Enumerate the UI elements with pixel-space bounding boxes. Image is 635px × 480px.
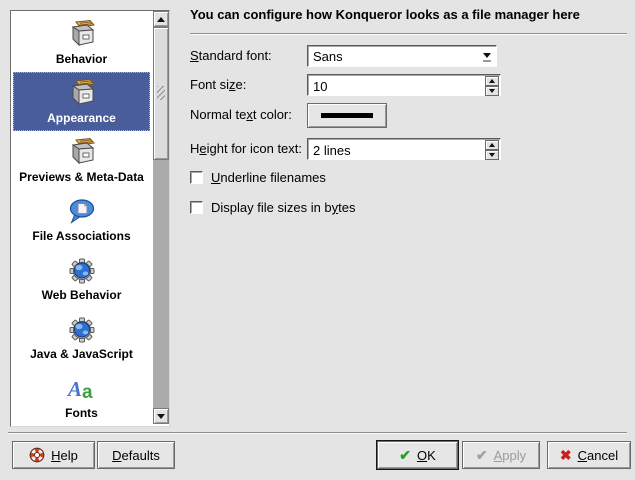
sidebar-item-label: File Associations [32, 229, 130, 243]
red-cross-icon: ✖ [560, 448, 572, 462]
icon-text-height-spinbox [307, 138, 501, 160]
file-cabinet-icon [66, 137, 98, 169]
title-separator [190, 33, 627, 35]
sidebar-item-file-associations[interactable]: File Associations [13, 190, 150, 249]
gear-globe-icon [66, 314, 98, 346]
svg-text:a: a [82, 382, 93, 403]
font-size-spinbox [307, 74, 501, 96]
chevron-down-icon [483, 53, 491, 62]
gray-check-icon: ✔ [476, 448, 488, 462]
buttons-separator [8, 432, 627, 434]
sidebar-item-label: Web Behavior [42, 288, 122, 302]
scroll-down-button[interactable] [153, 408, 169, 424]
sidebar-item-java-javascript[interactable]: Java & JavaScript [13, 308, 150, 367]
sidebar-item-label: Java & JavaScript [30, 347, 133, 361]
sidebar-item-label: Appearance [47, 111, 116, 125]
icon-text-height-input[interactable] [309, 140, 485, 160]
category-list-scrollbar[interactable] [153, 11, 169, 424]
standard-font-combobox[interactable]: Sans [307, 45, 497, 67]
arrow-down-icon [489, 89, 495, 93]
file-cabinet-icon [66, 19, 98, 51]
sidebar-item-behavior[interactable]: Behavior [13, 13, 150, 72]
help-button-label: Help [51, 448, 78, 463]
arrow-up-icon [489, 143, 495, 147]
font-size-label: Font size: [190, 74, 246, 96]
defaults-button-label: Defaults [112, 448, 160, 463]
page-title: You can configure how Konqueror looks as… [190, 7, 627, 22]
speech-bubble-document-icon [66, 196, 98, 228]
color-swatch [321, 113, 373, 118]
normal-text-color-label: Normal text color: [190, 104, 292, 126]
sidebar-item-label: Behavior [56, 52, 107, 66]
konqueror-file-manager-appearance-dialog: Behavior Appearance [0, 0, 635, 480]
file-sizes-in-bytes-label: Display file sizes in bytes [211, 200, 356, 215]
sidebar-item-web-behavior[interactable]: Web Behavior [13, 249, 150, 308]
arrow-down-icon [489, 153, 495, 157]
apply-button[interactable]: ✔ Apply [462, 441, 540, 469]
underline-filenames-checkbox[interactable] [190, 171, 203, 184]
scroll-up-button[interactable] [153, 11, 169, 27]
icon-text-height-label: Height for icon text: [190, 138, 302, 160]
defaults-button[interactable]: Defaults [97, 441, 175, 469]
sidebar-item-previews-meta-data[interactable]: Previews & Meta-Data [13, 131, 150, 190]
spin-up-button[interactable] [485, 76, 499, 86]
sidebar-item-appearance[interactable]: Appearance [13, 72, 150, 131]
scrollbar-thumb[interactable] [153, 27, 169, 160]
arrow-up-icon [157, 17, 165, 22]
settings-category-list: Behavior Appearance [10, 10, 170, 427]
sidebar-item-label: Fonts [65, 406, 98, 420]
gear-globe-icon [66, 255, 98, 287]
underline-filenames-label: Underline filenames [211, 170, 326, 185]
spin-down-button[interactable] [485, 150, 499, 160]
spin-down-button[interactable] [485, 86, 499, 96]
file-cabinet-icon [66, 78, 98, 110]
ok-button[interactable]: ✔ OK [377, 441, 458, 469]
letters-aa-icon: A a [66, 373, 98, 405]
icon-text-height-spin-buttons [485, 140, 499, 160]
underline-filenames-row[interactable]: Underline filenames [190, 170, 326, 185]
standard-font-label: Standard font: [190, 45, 272, 67]
cancel-button[interactable]: ✖ Cancel [547, 441, 631, 469]
text-color-picker-button[interactable] [307, 103, 387, 128]
font-size-input[interactable] [309, 76, 485, 96]
sidebar-item-label: Previews & Meta-Data [19, 170, 144, 184]
sidebar-item-fonts[interactable]: A a Fonts [13, 367, 150, 426]
ok-button-label: OK [417, 448, 436, 463]
scrollbar-grip-icon [157, 86, 165, 100]
file-sizes-in-bytes-checkbox[interactable] [190, 201, 203, 214]
svg-text:A: A [66, 377, 82, 401]
cancel-button-label: Cancel [578, 448, 618, 463]
arrow-up-icon [489, 79, 495, 83]
green-check-icon: ✔ [399, 448, 411, 462]
file-sizes-in-bytes-row[interactable]: Display file sizes in bytes [190, 200, 356, 215]
apply-button-label: Apply [494, 448, 527, 463]
font-size-spin-buttons [485, 76, 499, 96]
arrow-down-icon [157, 414, 165, 419]
standard-font-value: Sans [313, 47, 343, 67]
life-buoy-icon [29, 447, 45, 463]
spin-up-button[interactable] [485, 140, 499, 150]
help-button[interactable]: Help [12, 441, 95, 469]
